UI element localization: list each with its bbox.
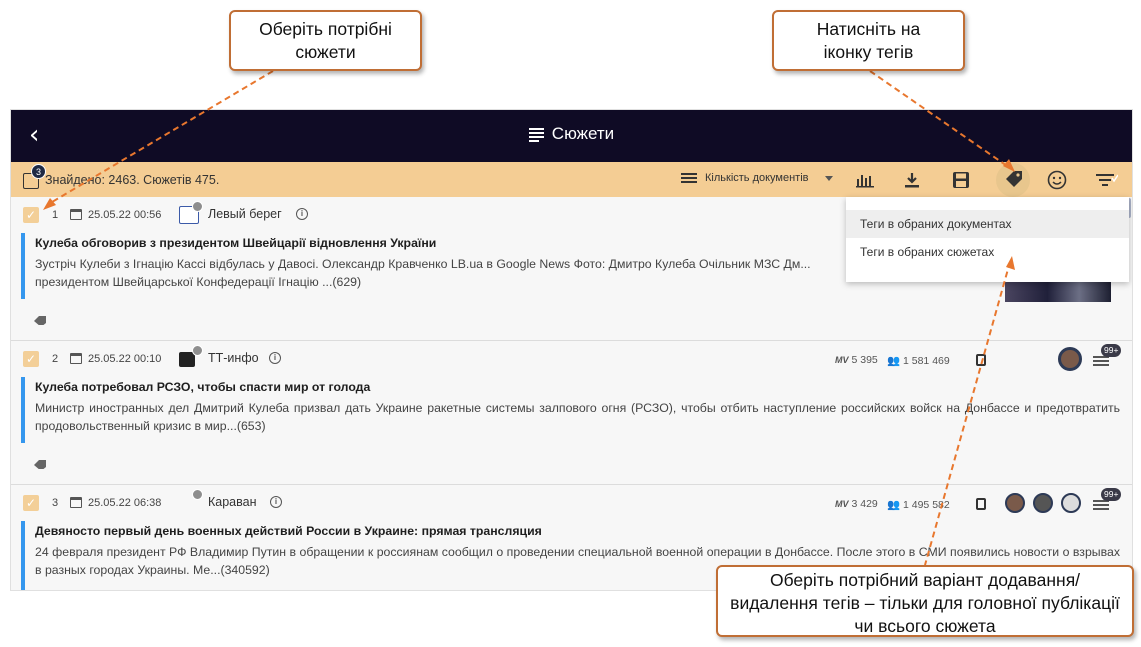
tutorial-screenshot: Оберіть потрібні сюжети Натисніть на іко… xyxy=(0,0,1141,647)
arrow-to-tag-icon xyxy=(869,70,1011,169)
arrow-to-tag-menu xyxy=(924,261,1011,566)
callout-arrows xyxy=(43,70,1015,566)
callout-choose-variant: Оберіть потрібний варіант додавання/вида… xyxy=(716,565,1134,637)
callout-click-tags-icon: Натисніть на іконку тегів xyxy=(772,10,965,71)
arrow-to-checkbox xyxy=(46,70,274,206)
callout-select-stories: Оберіть потрібні сюжети xyxy=(229,10,422,71)
